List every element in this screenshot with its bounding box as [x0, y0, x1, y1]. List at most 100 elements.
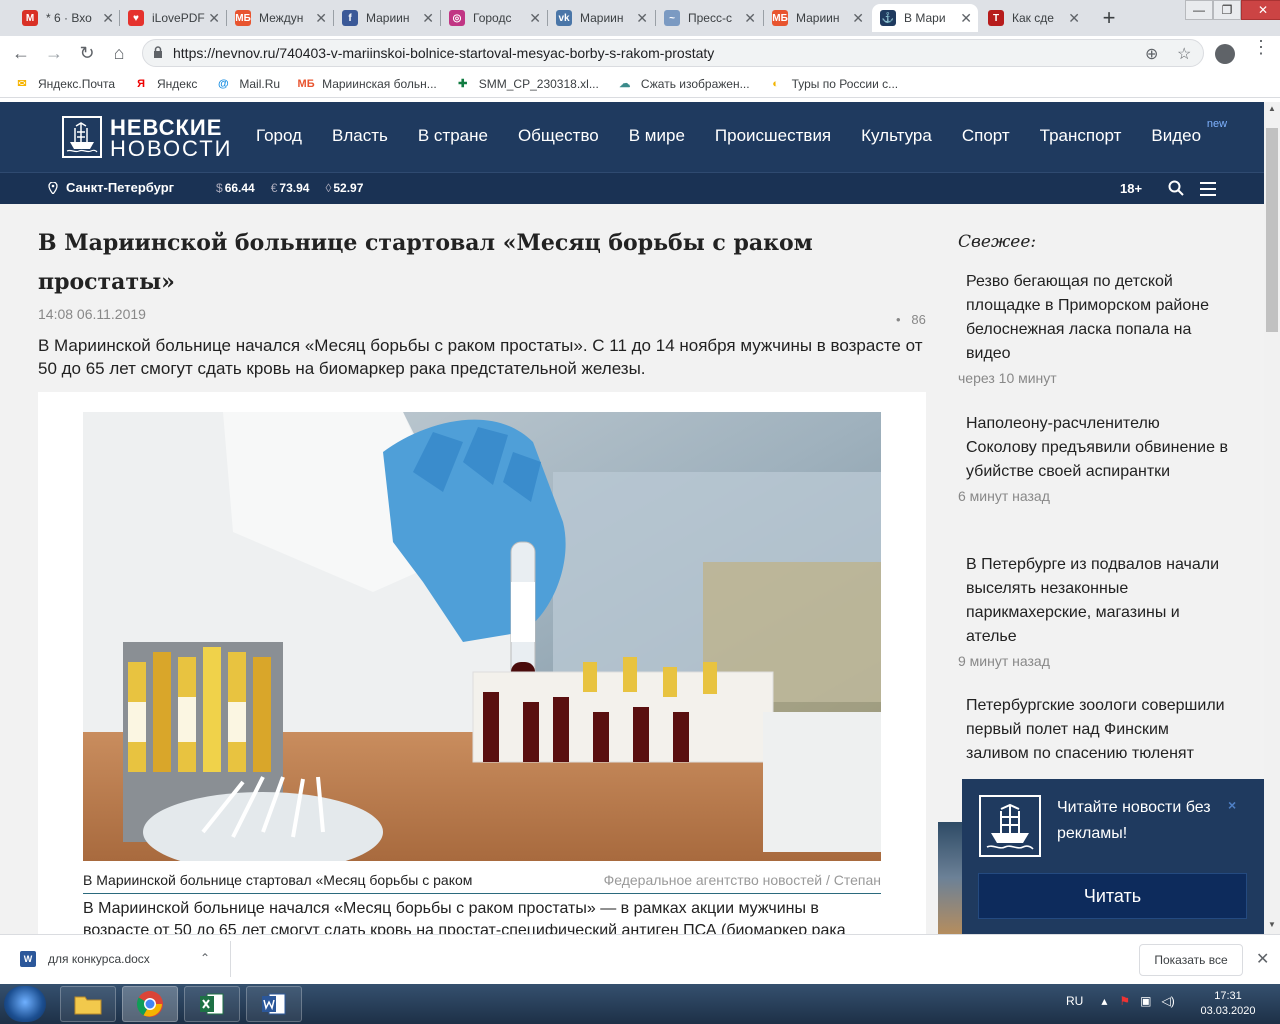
- nav-item[interactable]: Власть: [332, 126, 388, 146]
- nav-item[interactable]: Происшествия: [715, 126, 831, 146]
- caption-divider: [83, 893, 881, 894]
- tab-title: Как сде: [1012, 11, 1054, 25]
- sidebar-news-item[interactable]: В Петербурге из подвалов начали выселять…: [958, 553, 1228, 669]
- chrome-taskbar-button[interactable]: [122, 986, 178, 1022]
- scrollbar-thumb[interactable]: [1266, 128, 1278, 332]
- browser-tab[interactable]: M * 6 · Вхо ✕: [14, 4, 120, 32]
- download-item[interactable]: W для конкурса.docx: [20, 951, 150, 967]
- show-all-button[interactable]: Показать все: [1139, 944, 1243, 976]
- nav-item[interactable]: Культура: [861, 126, 932, 146]
- nav-item[interactable]: Общество: [518, 126, 599, 146]
- nav-item[interactable]: В стране: [418, 126, 488, 146]
- bookmark-item[interactable]: ✚ SMM_CP_230318.xl...: [455, 77, 599, 91]
- tab-close-icon[interactable]: ✕: [422, 10, 434, 27]
- sidebar-news-item[interactable]: Петербургские зоологи совершили первый п…: [958, 694, 1228, 790]
- flag-icon[interactable]: ⚑: [1119, 994, 1130, 1008]
- nav-item[interactable]: Транспорт: [1040, 126, 1122, 146]
- browser-tab[interactable]: f Мариин ✕: [334, 4, 440, 32]
- sidebar-news-item[interactable]: Наполеону-расчленителю Соколову предъяви…: [958, 412, 1228, 504]
- facebook-icon: f: [342, 10, 358, 26]
- minimize-button[interactable]: —: [1185, 0, 1213, 20]
- bookmark-label: Туры по России с...: [791, 76, 899, 91]
- address-bar[interactable]: ⊕ ☆: [142, 39, 1204, 67]
- volume-icon[interactable]: ◁): [1161, 994, 1174, 1008]
- bookmark-item[interactable]: МБ Мариинская больн...: [298, 77, 437, 91]
- nav-item[interactable]: В мире: [629, 126, 685, 146]
- article-photo[interactable]: [83, 412, 881, 861]
- url-input[interactable]: [173, 43, 1103, 63]
- start-button[interactable]: [4, 986, 46, 1022]
- forward-button[interactable]: →: [43, 42, 65, 64]
- zoom-icon[interactable]: ⊕: [1145, 44, 1158, 64]
- tab-separator: [763, 10, 764, 26]
- browser-tab[interactable]: ⚓ В Мари ✕: [872, 4, 978, 32]
- news-headline[interactable]: В Петербурге из подвалов начали выселять…: [958, 553, 1228, 649]
- bookmark-item[interactable]: ✉ Яндекс.Почта: [14, 77, 115, 91]
- word-taskbar-button[interactable]: [246, 986, 302, 1022]
- chevron-up-icon[interactable]: ⌃: [200, 951, 210, 965]
- news-headline[interactable]: Наполеону-расчленителю Соколову предъяви…: [958, 412, 1228, 484]
- tab-close-icon[interactable]: ✕: [852, 10, 864, 27]
- browser-tab[interactable]: vk Мариин ✕: [548, 4, 654, 32]
- close-window-button[interactable]: ✕: [1241, 0, 1280, 20]
- news-headline[interactable]: Петербургские зоологи совершили первый п…: [958, 694, 1228, 766]
- browser-tab[interactable]: ◎ Городс ✕: [441, 4, 547, 32]
- side-thumbnail[interactable]: [938, 822, 964, 934]
- scroll-down-arrow[interactable]: ▼: [1264, 920, 1280, 934]
- tab-close-icon[interactable]: ✕: [1068, 10, 1080, 27]
- bookmark-item[interactable]: Я Яндекс: [133, 77, 197, 91]
- tab-close-icon[interactable]: ✕: [636, 10, 648, 27]
- popup-close-icon[interactable]: ×: [1228, 797, 1236, 813]
- browser-tab[interactable]: ♥ iLovePDF ✕: [120, 4, 226, 32]
- close-downloads-icon[interactable]: ✕: [1256, 949, 1269, 969]
- nav-item[interactable]: Спорт: [962, 126, 1010, 146]
- bookmark-item[interactable]: @ Mail.Ru: [215, 77, 280, 91]
- currency-rate: €73.94: [271, 181, 318, 195]
- nav-item[interactable]: Город: [256, 126, 302, 146]
- site-logo[interactable]: НЕВСКИЕ НОВОСТИ: [62, 115, 230, 161]
- tray-arrow-icon[interactable]: ▴: [1101, 994, 1107, 1008]
- explorer-taskbar-button[interactable]: [60, 986, 116, 1022]
- header-subbar: Санкт-Петербург $66.44 €73.94 ◊ 52.97 18+: [0, 172, 1264, 204]
- tab-close-icon[interactable]: ✕: [102, 10, 114, 27]
- language-indicator[interactable]: RU: [1066, 994, 1083, 1008]
- hamburger-menu-icon[interactable]: [1200, 182, 1216, 196]
- read-button[interactable]: Читать: [978, 873, 1247, 919]
- excel-taskbar-button[interactable]: [184, 986, 240, 1022]
- nav-item[interactable]: Видео new: [1151, 118, 1227, 146]
- doc-icon: T: [988, 10, 1004, 26]
- search-icon[interactable]: [1168, 180, 1184, 196]
- tab-separator: [655, 10, 656, 26]
- city-selector[interactable]: Санкт-Петербург: [48, 180, 174, 195]
- home-button[interactable]: ⌂: [108, 42, 130, 64]
- scroll-up-arrow[interactable]: ▲: [1264, 104, 1280, 118]
- views-count: • 86: [896, 312, 926, 327]
- menu-kebab-icon[interactable]: ⋮: [1252, 38, 1270, 56]
- bookmark-item[interactable]: ◐ Туры по России с...: [768, 76, 899, 91]
- back-button[interactable]: ←: [10, 42, 32, 64]
- browser-tab[interactable]: МБ Междун ✕: [227, 4, 333, 32]
- tab-close-icon[interactable]: ✕: [208, 10, 220, 27]
- news-headline[interactable]: Резво бегающая по детской площадке в При…: [958, 270, 1228, 366]
- sidebar-news-item[interactable]: Резво бегающая по детской площадке в При…: [958, 270, 1228, 386]
- clock[interactable]: 17:31 03.03.2020: [1200, 989, 1256, 1019]
- browser-tab[interactable]: ~ Пресс-с ✕: [656, 4, 762, 32]
- bookmark-favicon-icon: ◐: [772, 77, 779, 90]
- browser-tab[interactable]: МБ Мариин ✕: [764, 4, 870, 32]
- popup-ship-logo-icon: [979, 795, 1041, 857]
- browser-tab[interactable]: T Как сде ✕: [980, 4, 1086, 32]
- bookmark-star-icon[interactable]: ☆: [1177, 44, 1191, 64]
- tab-close-icon[interactable]: ✕: [315, 10, 327, 27]
- network-icon[interactable]: ▣: [1140, 994, 1151, 1008]
- bookmark-item[interactable]: ☁ Сжать изображен...: [617, 77, 749, 91]
- reload-button[interactable]: ↻: [76, 42, 98, 64]
- tab-close-icon[interactable]: ✕: [529, 10, 541, 27]
- tab-close-icon[interactable]: ✕: [960, 10, 972, 27]
- maximize-button[interactable]: ❐: [1213, 0, 1241, 20]
- heart-icon: ♥: [128, 10, 144, 26]
- new-tab-button[interactable]: +: [1096, 5, 1122, 31]
- tab-close-icon[interactable]: ✕: [744, 10, 756, 27]
- lock-icon[interactable]: [153, 46, 163, 58]
- profile-avatar[interactable]: [1215, 44, 1235, 64]
- photo-caption: В Мариинской больнице стартовал «Месяц б…: [83, 872, 881, 888]
